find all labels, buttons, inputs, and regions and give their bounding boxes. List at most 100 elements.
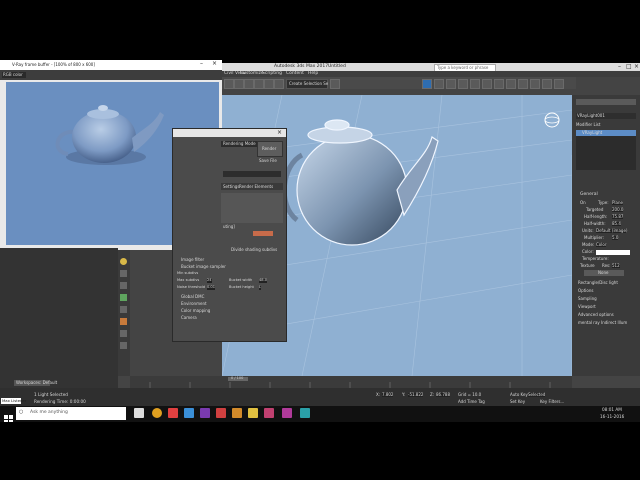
app-icon-1[interactable] (200, 408, 210, 418)
material-editor-icon[interactable] (458, 79, 468, 89)
render-setup-close-icon[interactable]: × (277, 130, 282, 136)
texture-none-button[interactable]: None (584, 270, 624, 276)
graph-editor-icon[interactable] (470, 79, 480, 89)
tool-icon-7[interactable] (120, 342, 127, 349)
minimize-icon[interactable]: – (618, 64, 621, 70)
teapot-render-icon[interactable] (542, 79, 552, 89)
rollout-mental-ray[interactable]: mental ray Indirect Illum (578, 321, 627, 325)
render-frame-icon[interactable] (506, 79, 516, 89)
scale-icon[interactable] (254, 79, 264, 89)
rollout-environment[interactable]: Environment (181, 302, 207, 306)
schematic-icon[interactable] (482, 79, 492, 89)
units-dropdown[interactable]: Default (image) (596, 229, 628, 233)
set-key-button[interactable]: Set Key (510, 400, 525, 404)
object-name-field[interactable]: VRayLight001 (576, 113, 636, 119)
app-icon-5[interactable] (282, 408, 292, 418)
close-icon[interactable]: × (634, 64, 639, 70)
edge-icon[interactable] (184, 408, 194, 418)
targeted-value[interactable]: 200.0 (612, 208, 624, 212)
time-slider[interactable]: 0 / 100 (228, 376, 248, 381)
renderer-dropdown[interactable] (223, 171, 281, 177)
bucket-height-value[interactable]: L (259, 285, 262, 290)
divide-shading-checkbox[interactable]: Divide shading subdivs (231, 248, 277, 252)
bucket-width-value[interactable]: 48.0 (259, 278, 268, 283)
vfb-close-icon[interactable]: × (212, 61, 217, 67)
tab-settings[interactable]: Settings (223, 185, 239, 189)
menu-help[interactable]: Help (308, 71, 318, 77)
z-coord[interactable]: 86.788 (436, 393, 450, 397)
chrome-icon[interactable] (152, 408, 162, 418)
stack-item-vraylight[interactable]: VRayLight (576, 130, 636, 136)
app-icon-3[interactable] (232, 408, 242, 418)
rollout-image-filter[interactable]: Image filter (181, 258, 204, 262)
auto-key-button[interactable]: Auto Key (510, 393, 528, 397)
render-prod-icon[interactable] (530, 79, 540, 89)
orange-button[interactable] (253, 231, 273, 236)
res-value[interactable]: 512 (612, 264, 620, 268)
modifier-list[interactable]: Modifier List (576, 123, 600, 127)
tool-icon-2[interactable] (120, 282, 127, 289)
rotate-icon[interactable] (244, 79, 254, 89)
app-icon-2[interactable] (216, 408, 226, 418)
scene-explorer-icon[interactable] (446, 79, 456, 89)
folder-icon[interactable] (248, 408, 258, 418)
render-button[interactable]: Render (257, 141, 283, 157)
angle-snap-icon[interactable] (274, 79, 284, 89)
panel-tabs[interactable] (576, 99, 636, 105)
select-icon[interactable] (224, 79, 234, 89)
channel-dropdown[interactable]: RGB color (2, 72, 26, 78)
rollout-options[interactable]: Options (578, 289, 593, 293)
selected-dropdown[interactable]: Selected (528, 393, 546, 397)
tool-icon-1[interactable] (120, 270, 127, 277)
timeline[interactable]: 0 / 100 (130, 376, 572, 388)
x-coord[interactable]: 7.802 (382, 393, 394, 397)
workspace-dropdown[interactable]: Workspaces: Default (14, 380, 57, 386)
windows-start-icon[interactable] (4, 409, 13, 424)
rollout-global-dmc[interactable]: Global DMC (181, 295, 204, 299)
noise-threshold-value[interactable]: 0.01 (207, 285, 216, 290)
tool-icon-5[interactable] (120, 318, 127, 325)
half-width-value[interactable]: 85.4 (612, 222, 621, 226)
rollout-bucket-sampler[interactable]: Bucket image sampler (181, 265, 226, 269)
mirror-icon[interactable] (330, 79, 340, 89)
color-swatch[interactable] (596, 250, 630, 255)
tool-icon-4[interactable] (120, 306, 127, 313)
multiplier-value[interactable]: 5.0 (612, 236, 619, 240)
on-checkbox[interactable]: On (580, 201, 586, 205)
modifier-stack[interactable]: VRayLight (576, 130, 636, 170)
menu-customize[interactable]: Customize (240, 71, 264, 77)
rollout-rectangle[interactable]: Rectangle/Disc light (578, 281, 618, 285)
menu-scripting[interactable]: Scripting (262, 71, 282, 77)
mode-dropdown[interactable]: Color (596, 243, 607, 247)
cortana-search[interactable]: ○ Ask me anything (16, 407, 126, 420)
targeted-checkbox[interactable]: Targeted (586, 208, 603, 212)
save-file-checkbox[interactable]: Save File (259, 159, 277, 163)
3dsmax-taskbar-icon[interactable] (300, 408, 310, 418)
active-tool-icon[interactable] (422, 79, 432, 89)
snap-icon[interactable] (264, 79, 274, 89)
move-icon[interactable] (234, 79, 244, 89)
task-view-icon[interactable] (134, 408, 144, 418)
rollout-color-mapping[interactable]: Color mapping (181, 309, 210, 313)
menu-content[interactable]: Content (286, 71, 304, 77)
rollout-viewport[interactable]: Viewport (578, 305, 596, 309)
rollout-camera[interactable]: Camera (181, 316, 197, 320)
maximize-icon[interactable]: □ (626, 64, 632, 70)
rollout-sampling[interactable]: Sampling (578, 297, 597, 301)
tool-icon-3[interactable] (120, 294, 127, 301)
general-rollout[interactable]: General (580, 192, 598, 198)
activeshade-icon[interactable] (554, 79, 564, 89)
sun-icon[interactable] (120, 258, 127, 265)
media-icon[interactable] (168, 408, 178, 418)
render-setup-icon[interactable] (494, 79, 504, 89)
half-length-value[interactable]: 75.87 (612, 215, 624, 219)
tool-icon-6[interactable] (120, 330, 127, 337)
type-dropdown[interactable]: Plane (612, 201, 623, 205)
key-filters-button[interactable]: Key Filters... (540, 400, 564, 404)
layer-icon[interactable] (434, 79, 444, 89)
render-icon[interactable] (518, 79, 528, 89)
y-coord[interactable]: -51.822 (408, 393, 424, 397)
vfb-minimize-icon[interactable]: – (200, 61, 203, 67)
selection-set-dropdown[interactable]: Create Selection Se (286, 79, 328, 89)
max-subdivs-value[interactable]: 24 (207, 278, 212, 283)
